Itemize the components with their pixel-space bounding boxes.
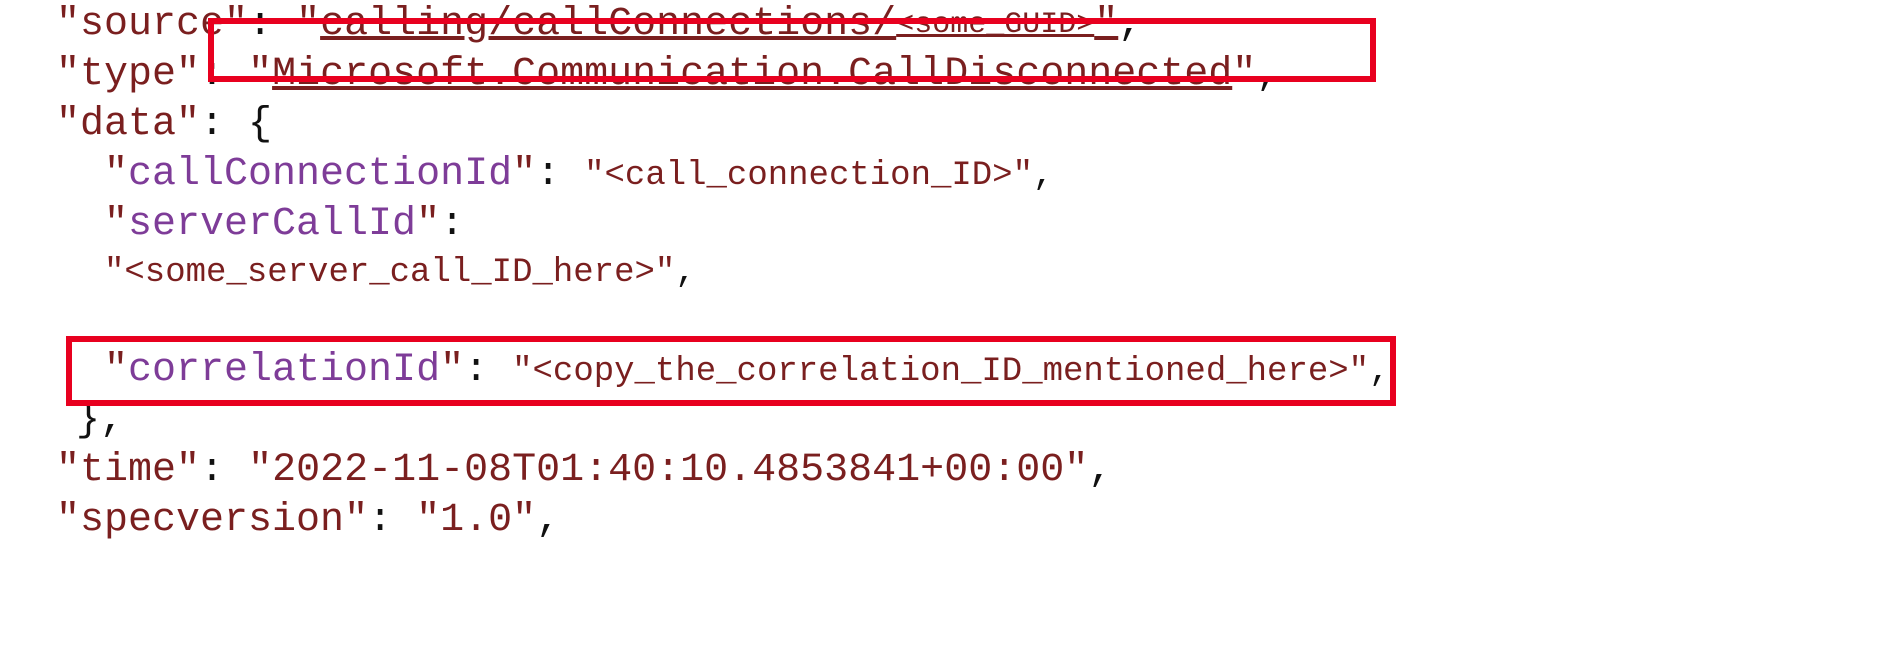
code-line-correlationid: "correlationId": "<copy_the_correlation_… — [0, 346, 1889, 396]
json-val-servercallid: <some_server_call_ID_here> — [124, 254, 655, 292]
code-line-blank — [0, 296, 1889, 346]
code-line-specversion: "specversion": "1.0", — [0, 496, 1889, 546]
code-line-callconnectionid: "callConnectionId": "<call_connection_ID… — [0, 150, 1889, 200]
code-line-time: "time": "2022-11-08T01:40:10.4853841+00:… — [0, 446, 1889, 496]
json-key-type: type — [80, 52, 176, 97]
code-line-data-close: }, — [0, 396, 1889, 446]
json-key-time: time — [80, 448, 176, 493]
json-val-specversion: 1.0 — [440, 498, 512, 543]
json-val-type: Microsoft.Communication.CallDisconnected — [272, 52, 1232, 97]
json-key-source: source — [80, 2, 224, 47]
json-val-time: 2022-11-08T01:40:10.4853841+00:00 — [272, 448, 1064, 493]
json-val-source-placeholder: <some_GUID> — [896, 8, 1094, 42]
json-key-correlationid: correlationId — [128, 348, 440, 393]
json-val-correlationid: <copy_the_correlation_ID_mentioned_here> — [533, 353, 1349, 391]
json-key-data: data — [80, 102, 176, 147]
code-line-source: "source": "calling/callConnections/<some… — [0, 0, 1889, 50]
json-val-callconnectionid: <call_connection_ID> — [605, 157, 1013, 195]
code-line-data-open: "data": { — [0, 100, 1889, 150]
json-val-source-prefix: calling/callConnections/ — [320, 2, 896, 47]
code-line-servercallid-key: "serverCallId": — [0, 200, 1889, 250]
json-code-block: "source": "calling/callConnections/<some… — [0, 0, 1889, 546]
json-key-specversion: specversion — [80, 498, 344, 543]
code-line-servercallid-val: "<some_server_call_ID_here>", — [0, 250, 1889, 296]
json-key-callconnectionid: callConnectionId — [128, 152, 512, 197]
code-line-type: "type": "Microsoft.Communication.CallDis… — [0, 50, 1889, 100]
json-key-servercallid: serverCallId — [128, 202, 416, 247]
